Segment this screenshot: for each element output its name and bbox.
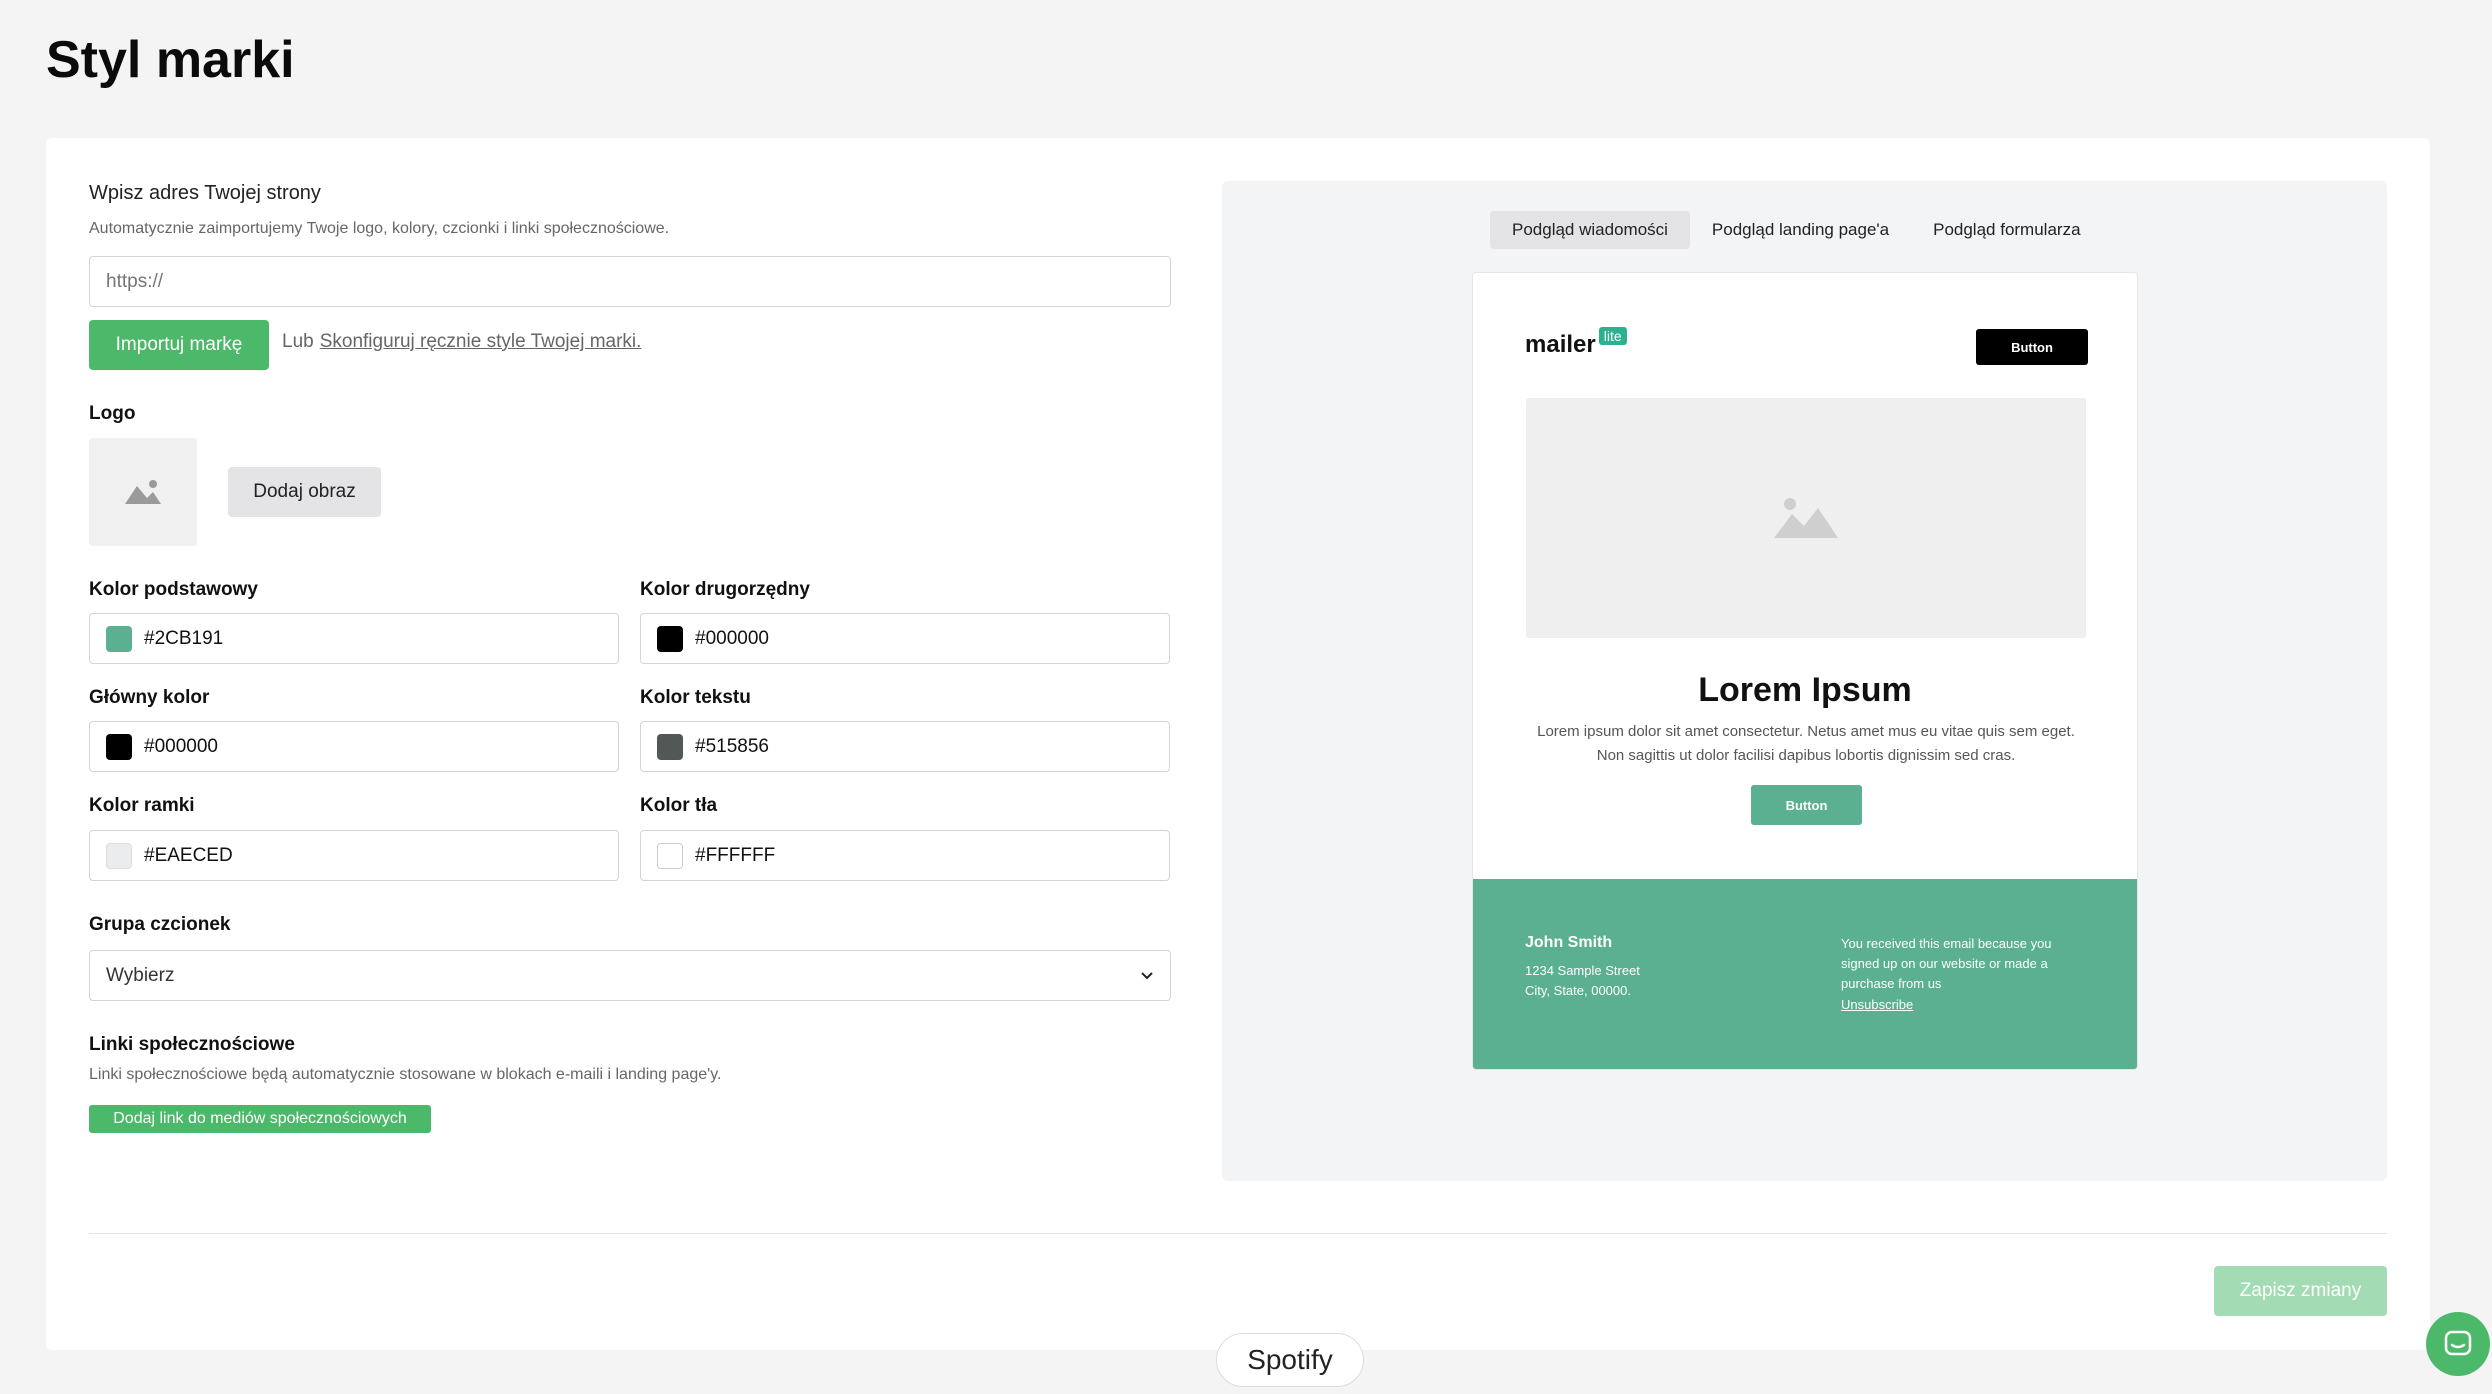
border-color-field[interactable]: #EAECED: [89, 830, 619, 881]
primary-color-swatch[interactable]: [106, 625, 132, 652]
text-color-field[interactable]: #515856: [640, 721, 1170, 772]
add-image-button[interactable]: Dodaj obraz: [228, 467, 381, 517]
secondary-color-swatch[interactable]: [657, 625, 683, 652]
main-color-field[interactable]: #000000: [89, 721, 619, 772]
tab-form-preview[interactable]: Podgląd formularza: [1911, 211, 2102, 249]
secondary-color-label: Kolor drugorzędny: [640, 579, 810, 600]
border-color-value: #EAECED: [144, 844, 233, 866]
main-color-label: Główny kolor: [89, 687, 210, 708]
add-social-link-button[interactable]: Dodaj link do mediów społecznościowych: [89, 1105, 431, 1133]
background-color-swatch[interactable]: [657, 842, 683, 869]
text-color-value: #515856: [695, 735, 769, 757]
image-placeholder-icon: [125, 480, 161, 504]
logo-upload-box[interactable]: [89, 438, 197, 546]
social-links-label: Linki społecznościowe: [89, 1034, 295, 1055]
save-changes-button[interactable]: Zapisz zmiany: [2214, 1266, 2387, 1316]
border-color-swatch[interactable]: [106, 842, 132, 869]
email-heading: Lorem Ipsum: [1698, 671, 1912, 709]
page-title: Styl marki: [46, 31, 295, 89]
email-header-button: Button: [1976, 329, 2088, 365]
tab-landing-preview[interactable]: Podgląd landing page'a: [1690, 211, 1911, 249]
text-color-swatch[interactable]: [657, 733, 683, 760]
email-preview: mailer lite Button Lorem Ipsum Lorem ips…: [1472, 272, 2138, 1070]
mailerlite-logo: mailer lite: [1525, 327, 1627, 359]
manual-config-link[interactable]: Skonfiguruj ręcznie style Twojej marki.: [320, 331, 642, 352]
hero-image-placeholder: [1526, 398, 2086, 638]
divider: [89, 1233, 2387, 1234]
email-body-text: Lorem ipsum dolor sit amet consectetur. …: [1537, 723, 2075, 764]
manual-config-text: Lub Skonfiguruj ręcznie style Twojej mark…: [282, 331, 641, 353]
footer-note: You received this email because you sign…: [1841, 936, 2052, 991]
website-url-input[interactable]: [89, 256, 1171, 307]
social-links-help: Linki społecznościowe będą automatycznie…: [89, 1066, 722, 1083]
preview-tabs: Podgląd wiadomości Podgląd landing page'…: [1490, 211, 2103, 249]
font-group-label: Grupa czcionek: [89, 914, 231, 935]
font-group-value: Wybierz: [106, 964, 175, 986]
brand-style-card: Wpisz adres Twojej strony Automatycznie …: [46, 138, 2430, 1350]
website-label: Wpisz adres Twojej strony: [89, 182, 321, 204]
footer-address: 1234 Sample Street City, State, 00000.: [1525, 961, 1640, 1001]
or-label: Lub: [282, 331, 314, 352]
font-group-select[interactable]: Wybierz: [89, 950, 1171, 1001]
website-help: Automatycznie zaimportujemy Twoje logo, …: [89, 220, 670, 237]
email-footer: John Smith 1234 Sample Street City, Stat…: [1473, 879, 2137, 1069]
tab-message-preview[interactable]: Podgląd wiadomości: [1490, 211, 1690, 249]
chat-icon: [2444, 1330, 2472, 1356]
image-placeholder-icon: [1774, 498, 1838, 538]
background-color-field[interactable]: #FFFFFF: [640, 830, 1170, 881]
main-color-swatch[interactable]: [106, 733, 132, 760]
preview-panel: Podgląd wiadomości Podgląd landing page'…: [1222, 181, 2387, 1181]
background-color-value: #FFFFFF: [695, 844, 776, 866]
chat-button[interactable]: [2426, 1312, 2490, 1376]
unsubscribe-link: Unsubscribe: [1841, 997, 1914, 1012]
main-color-value: #000000: [144, 735, 218, 757]
brand-badge: lite: [1598, 327, 1627, 345]
import-brand-button[interactable]: Importuj markę: [89, 320, 269, 370]
logo-label: Logo: [89, 403, 136, 424]
primary-color-field[interactable]: #2CB191: [89, 613, 619, 664]
brand-text: mailer: [1525, 331, 1596, 358]
footer-address-line2: City, State, 00000.: [1525, 983, 1631, 998]
chevron-down-icon: [1141, 971, 1153, 979]
secondary-color-value: #000000: [695, 627, 769, 649]
footer-address-line1: 1234 Sample Street: [1525, 963, 1640, 978]
text-color-label: Kolor tekstu: [640, 687, 751, 708]
border-color-label: Kolor ramki: [89, 795, 195, 816]
email-cta-button: Button: [1751, 785, 1862, 825]
spotify-overlay-button[interactable]: Spotify: [1216, 1333, 1364, 1387]
footer-name: John Smith: [1525, 934, 1613, 951]
primary-color-value: #2CB191: [144, 627, 224, 649]
background-color-label: Kolor tła: [640, 795, 718, 816]
secondary-color-field[interactable]: #000000: [640, 613, 1170, 664]
primary-color-label: Kolor podstawowy: [89, 579, 258, 600]
